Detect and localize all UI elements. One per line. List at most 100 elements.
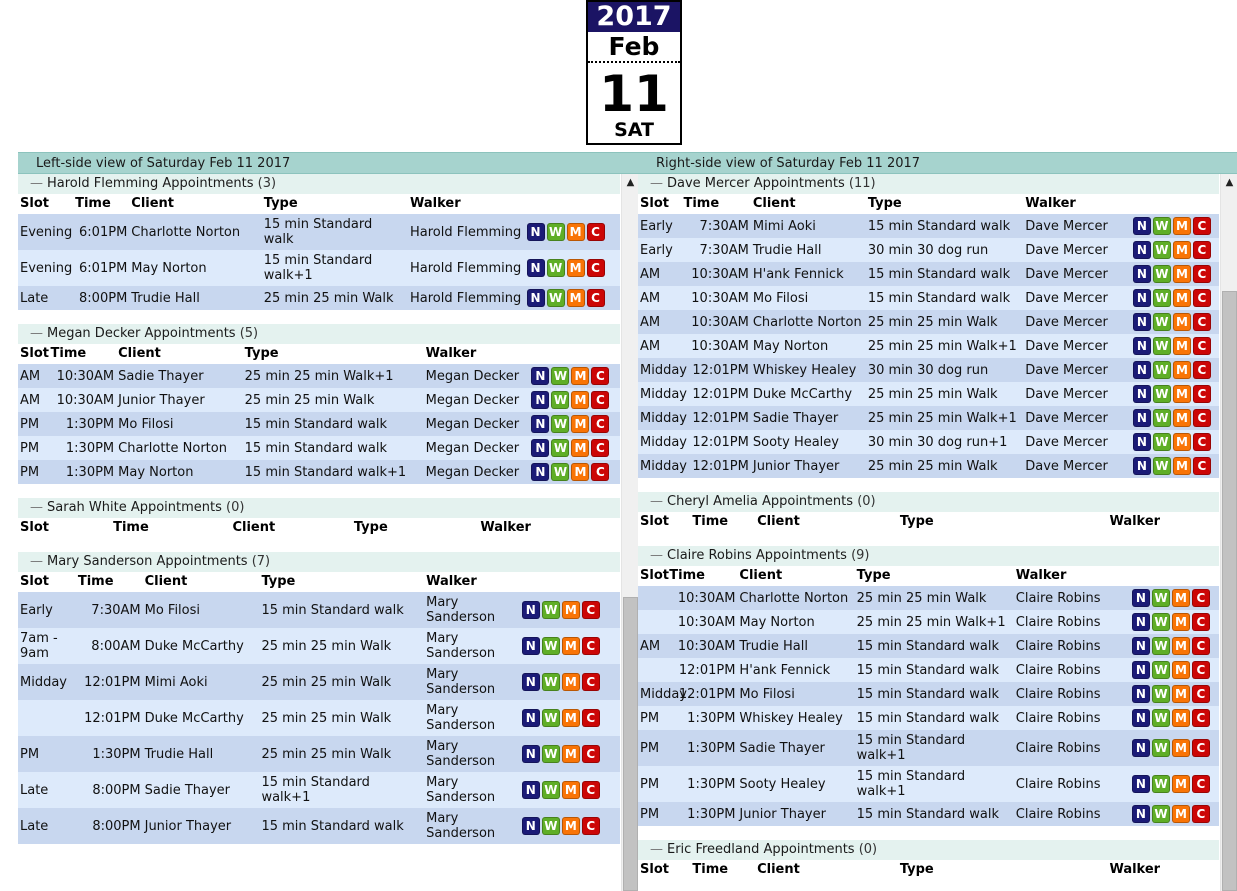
walk-button[interactable]: W: [541, 673, 560, 691]
walk-button[interactable]: W: [546, 223, 565, 241]
column-header-client[interactable]: Client: [116, 344, 243, 364]
map-button[interactable]: M: [1172, 265, 1191, 283]
note-button[interactable]: N: [531, 415, 550, 433]
cancel-button[interactable]: C: [591, 367, 610, 385]
walk-button[interactable]: W: [551, 463, 570, 481]
table-row[interactable]: 10:30AM Charlotte Norton 25 min 25 min Wal…: [638, 586, 1219, 610]
column-header-client[interactable]: Client: [750, 194, 866, 214]
table-row[interactable]: AM 10:30AM Mo Filosi 15 min Standard walk Da…: [638, 286, 1219, 310]
collapse-toggle-icon[interactable]: —: [650, 548, 667, 563]
walk-button[interactable]: W: [1151, 805, 1170, 823]
map-button[interactable]: M: [561, 637, 580, 655]
walk-button[interactable]: W: [551, 367, 570, 385]
map-button[interactable]: M: [1172, 289, 1191, 307]
map-button[interactable]: M: [561, 781, 580, 799]
map-button[interactable]: M: [561, 709, 580, 727]
walk-button[interactable]: W: [1152, 265, 1171, 283]
table-row[interactable]: Early 7:30AM Trudie Hall 30 min 30 dog run D…: [638, 238, 1219, 262]
note-button[interactable]: N: [1132, 217, 1151, 235]
note-button[interactable]: N: [531, 367, 550, 385]
column-header-type[interactable]: Type: [259, 572, 425, 592]
column-header-time[interactable]: Time: [48, 344, 117, 364]
table-row[interactable]: PM 1:30PM Charlotte Norton 15 min Standard …: [18, 436, 620, 460]
column-header-slot[interactable]: Slot: [18, 572, 76, 592]
walk-button[interactable]: W: [546, 289, 565, 307]
walk-button[interactable]: W: [541, 817, 560, 835]
column-header-slot[interactable]: Slot: [638, 194, 682, 214]
table-row[interactable]: PM 1:30PM May Norton 15 min Standard walk+1…: [18, 460, 620, 484]
column-header-client[interactable]: Client: [142, 572, 260, 592]
note-button[interactable]: N: [1131, 709, 1150, 727]
table-row[interactable]: AM 10:30AM Charlotte Norton 25 min 25 min W…: [638, 310, 1219, 334]
map-button[interactable]: M: [1172, 241, 1191, 259]
note-button[interactable]: N: [521, 709, 540, 727]
table-row[interactable]: AM 10:30AM Sadie Thayer 25 min 25 min Walk+…: [18, 364, 620, 388]
collapse-toggle-icon[interactable]: —: [30, 176, 47, 191]
column-header-slot[interactable]: Slot: [18, 194, 74, 214]
column-header-client[interactable]: Client: [755, 512, 898, 532]
column-header-slot[interactable]: Slot: [638, 566, 669, 586]
note-button[interactable]: N: [521, 781, 540, 799]
map-button[interactable]: M: [561, 673, 580, 691]
column-header-slot[interactable]: Slot: [638, 860, 691, 880]
cancel-button[interactable]: C: [1191, 661, 1210, 679]
cancel-button[interactable]: C: [1192, 385, 1211, 403]
note-button[interactable]: N: [1132, 337, 1151, 355]
collapse-toggle-icon[interactable]: —: [650, 176, 667, 191]
note-button[interactable]: N: [1132, 313, 1151, 331]
collapse-toggle-icon[interactable]: —: [30, 554, 47, 569]
table-row[interactable]: Late 8:00PM Sadie Thayer 15 min Standard wa…: [18, 772, 620, 808]
column-header-walker[interactable]: Walker: [1013, 566, 1130, 586]
map-button[interactable]: M: [1171, 661, 1190, 679]
column-header-type[interactable]: Type: [854, 566, 1014, 586]
column-header-walker[interactable]: Walker: [408, 194, 525, 214]
map-button[interactable]: M: [1171, 685, 1190, 703]
cancel-button[interactable]: C: [591, 415, 610, 433]
column-header-time[interactable]: Time: [681, 194, 751, 214]
column-header-type[interactable]: Type: [865, 194, 1024, 214]
note-button[interactable]: N: [1132, 265, 1151, 283]
table-row[interactable]: AM 10:30AM May Norton 25 min 25 min Walk+1 D…: [638, 334, 1219, 358]
note-button[interactable]: N: [531, 463, 550, 481]
walk-button[interactable]: W: [541, 637, 560, 655]
note-button[interactable]: N: [1131, 637, 1150, 655]
map-button[interactable]: M: [561, 817, 580, 835]
column-header-time[interactable]: Time: [73, 194, 130, 214]
note-button[interactable]: N: [521, 637, 540, 655]
map-button[interactable]: M: [1171, 805, 1190, 823]
cancel-button[interactable]: C: [1192, 361, 1211, 379]
table-row[interactable]: PM 1:30PM Mo Filosi 15 min Standard walk Meg…: [18, 412, 620, 436]
walk-button[interactable]: W: [541, 745, 560, 763]
cancel-button[interactable]: C: [1192, 289, 1211, 307]
group-header-dave-mercer[interactable]: — Dave Mercer Appointments (11): [638, 174, 1219, 194]
map-button[interactable]: M: [571, 367, 590, 385]
table-row[interactable]: PM 1:30PM Junior Thayer 15 min Standard wal…: [638, 802, 1219, 826]
cancel-button[interactable]: C: [581, 781, 600, 799]
walk-button[interactable]: W: [1152, 337, 1171, 355]
map-button[interactable]: M: [566, 259, 585, 277]
map-button[interactable]: M: [1172, 457, 1191, 475]
map-button[interactable]: M: [1172, 337, 1191, 355]
walk-button[interactable]: W: [1152, 433, 1171, 451]
walk-button[interactable]: W: [1151, 661, 1170, 679]
table-row[interactable]: PM 1:30PM Sooty Healey 15 min Standard walk…: [638, 766, 1219, 802]
scrollbar-thumb[interactable]: [623, 597, 638, 891]
cancel-button[interactable]: C: [591, 439, 610, 457]
column-header-time[interactable]: Time: [690, 860, 756, 880]
table-row[interactable]: PM 1:30PM Trudie Hall 25 min 25 min Walk Mar…: [18, 736, 620, 772]
note-button[interactable]: N: [526, 289, 545, 307]
column-header-time[interactable]: Time: [111, 518, 231, 538]
column-header-slot[interactable]: Slot: [18, 518, 112, 538]
column-header-type[interactable]: Type: [261, 194, 408, 214]
note-button[interactable]: N: [1132, 409, 1151, 427]
map-button[interactable]: M: [561, 745, 580, 763]
map-button[interactable]: M: [1171, 637, 1190, 655]
cancel-button[interactable]: C: [1192, 337, 1211, 355]
note-button[interactable]: N: [1132, 385, 1151, 403]
note-button[interactable]: N: [521, 745, 540, 763]
walk-button[interactable]: W: [1152, 289, 1171, 307]
walk-button[interactable]: W: [1152, 217, 1171, 235]
scrollbar-thumb[interactable]: [1222, 291, 1237, 891]
table-row[interactable]: Evening 6:01PM Charlotte Norton 15 min Stan…: [18, 214, 620, 250]
map-button[interactable]: M: [1172, 313, 1191, 331]
